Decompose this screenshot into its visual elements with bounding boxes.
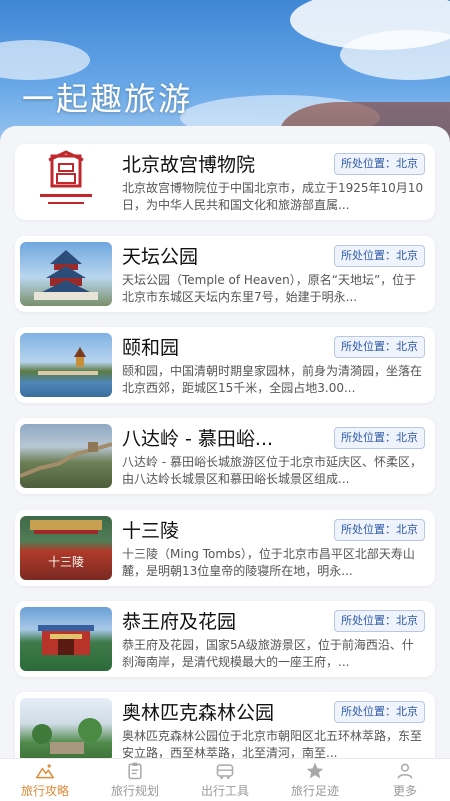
attraction-card[interactable]: 奥林匹克森林公园 所处位置：北京 奥林匹克森林公园位于北京市朝阳区北五环林萃路，… [15, 692, 435, 758]
attraction-name: 颐和园 [122, 337, 180, 359]
tab-travel-guide[interactable]: 旅行攻略 [0, 759, 90, 801]
summer-palace-photo [20, 333, 112, 397]
attraction-card[interactable]: 恭王府及花园 所处位置：北京 恭王府及花园，国家5A级旅游景区，位于前海西沿、什… [15, 601, 435, 677]
tab-label: 旅行攻略 [20, 784, 69, 798]
location-badge: 所处位置：北京 [334, 153, 425, 175]
bus-icon [216, 764, 234, 779]
temple-of-heaven-photo [20, 242, 112, 306]
olympic-forest-park-photo [20, 698, 112, 758]
attraction-description: 十三陵（Ming Tombs），位于北京市昌平区北部天寿山麓，是明朝13位皇帝的… [122, 547, 415, 578]
attraction-name: 天坛公园 [122, 246, 199, 268]
palace-museum-logo [20, 150, 112, 214]
attraction-card[interactable]: 天坛公园 所处位置：北京 天坛公园（Temple of Heaven），原名“天… [15, 236, 435, 312]
location-badge: 所处位置：北京 [334, 245, 425, 267]
attraction-name: 八达岭 - 慕田峪... [122, 428, 274, 450]
tab-label: 出行工具 [200, 784, 249, 798]
great-wall-photo [20, 424, 112, 488]
tab-travel-footprints[interactable]: 旅行足迹 [270, 759, 360, 801]
bottom-tab-bar: 旅行攻略 旅行规划 出行工具 旅行足迹 更多 [0, 758, 450, 801]
tab-label: 旅行足迹 [290, 784, 339, 798]
attraction-description: 颐和园，中国清朝时期皇家园林，前身为清漪园，坐落在北京西郊，距城区15千米，全园… [122, 364, 423, 395]
attraction-name: 北京故宫博物院 [122, 154, 256, 176]
location-badge: 所处位置：北京 [334, 610, 425, 632]
attraction-card[interactable]: 八达岭 - 慕田峪... 所处位置：北京 八达岭 - 慕田峪长城旅游区位于北京市… [15, 418, 435, 494]
attraction-card[interactable]: 颐和园 所处位置：北京 颐和园，中国清朝时期皇家园林，前身为清漪园，坐落在北京西… [15, 327, 435, 403]
attraction-name: 十三陵 [122, 520, 180, 542]
attraction-card[interactable]: 十三陵 十三陵 所处位置：北京 十三陵（Ming Tombs），位于北京市昌平区… [15, 510, 435, 586]
tab-label: 旅行规划 [110, 784, 159, 798]
tab-more[interactable]: 更多 [360, 759, 450, 801]
ming-tombs-photo: 十三陵 [20, 516, 112, 580]
prince-gong-mansion-photo [20, 607, 112, 671]
attraction-description: 恭王府及花园，国家5A级旅游景区，位于前海西沿、什刹海南岸，是清代规模最大的一座… [122, 638, 414, 669]
tab-label: 更多 [392, 784, 417, 798]
location-badge: 所处位置：北京 [334, 519, 425, 541]
attraction-description: 北京故宫博物院位于中国北京市，成立于1925年10月10日，为中华人民共和国文化… [122, 181, 424, 212]
attraction-description: 八达岭 - 慕田峪长城旅游区位于北京市延庆区、怀柔区，由八达岭长城景区和慕田峪长… [122, 455, 422, 486]
location-badge: 所处位置：北京 [334, 701, 425, 723]
page-title: 一起趣旅游 [22, 80, 193, 118]
star-icon [306, 762, 324, 779]
clipboard-icon [128, 762, 142, 780]
attraction-description: 天坛公园（Temple of Heaven），原名“天地坛”，位于北京市东城区天… [122, 273, 417, 304]
user-icon [397, 763, 413, 779]
attraction-description: 奥林匹克森林公园位于北京市朝阳区北五环林萃路，东至安立路，西至林萃路，北至清河，… [122, 729, 423, 758]
mountain-icon [35, 764, 55, 779]
location-badge: 所处位置：北京 [334, 336, 425, 358]
attraction-list[interactable]: 北京故宫博物院 所处位置：北京 北京故宫博物院位于中国北京市，成立于1925年1… [0, 126, 450, 758]
location-badge: 所处位置：北京 [334, 427, 425, 449]
tab-travel-plan[interactable]: 旅行规划 [90, 759, 180, 801]
attraction-name: 恭王府及花园 [122, 611, 237, 633]
attraction-name: 奥林匹克森林公园 [122, 702, 275, 724]
thumb-caption: 十三陵 [47, 555, 84, 569]
attraction-card[interactable]: 北京故宫博物院 所处位置：北京 北京故宫博物院位于中国北京市，成立于1925年1… [15, 144, 435, 220]
tab-travel-tools[interactable]: 出行工具 [180, 759, 270, 801]
